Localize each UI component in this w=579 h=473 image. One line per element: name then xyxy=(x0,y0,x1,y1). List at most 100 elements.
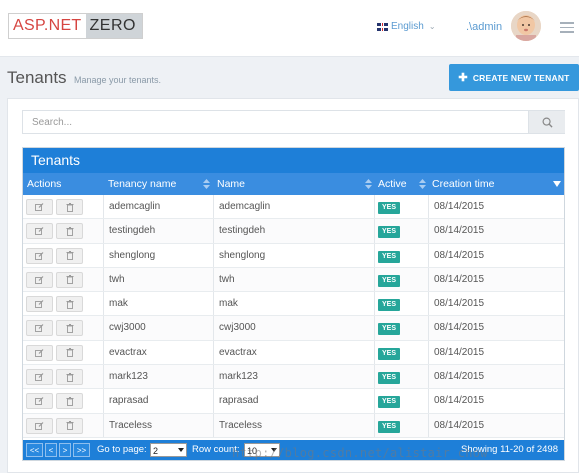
name-cell: twh xyxy=(219,273,235,285)
sort-icon[interactable] xyxy=(365,179,372,189)
trash-icon xyxy=(66,275,73,285)
trash-icon xyxy=(66,421,73,431)
creation-time-cell: 08/14/2015 xyxy=(434,371,485,383)
menu-toggle-icon[interactable] xyxy=(560,22,574,33)
column-header-creation-time[interactable]: Creation time xyxy=(428,173,548,195)
app-logo[interactable]: ASP.NET ZERO xyxy=(8,13,143,39)
edit-button[interactable] xyxy=(26,223,53,240)
user-menu[interactable]: .\admin xyxy=(466,21,502,33)
language-label: English xyxy=(391,21,424,32)
table-row: shenglong shenglong YES 08/14/2015 xyxy=(23,243,564,268)
active-badge: YES xyxy=(378,396,401,409)
pager-status: Showing 11-20 of 2498 xyxy=(460,444,558,455)
delete-button[interactable] xyxy=(56,296,83,313)
edit-icon xyxy=(35,227,44,236)
edit-button[interactable] xyxy=(26,393,53,410)
sort-desc-icon[interactable] xyxy=(553,181,561,187)
pager: << < > >> Go to page: 2 Row count: 10 Sh… xyxy=(23,440,564,460)
tenancy-name-cell: cwj3000 xyxy=(109,322,146,334)
active-badge: YES xyxy=(378,274,401,287)
tenancy-name-cell: Traceless xyxy=(109,419,152,431)
tenancy-name-cell: twh xyxy=(109,273,125,285)
creation-time-cell: 08/14/2015 xyxy=(434,201,485,212)
page-select-value: 2 xyxy=(153,446,159,456)
name-cell: testingdeh xyxy=(219,225,266,237)
name-cell: shenglong xyxy=(219,249,266,261)
tenancy-name-cell: shenglong xyxy=(109,249,156,261)
trash-icon xyxy=(66,396,73,406)
tenancy-name-cell: evactrax xyxy=(109,346,147,358)
delete-button[interactable] xyxy=(56,247,83,264)
edit-button[interactable] xyxy=(26,271,53,288)
active-badge: YES xyxy=(378,202,401,214)
logo-text-aspnet: ASP.NET xyxy=(9,14,86,38)
page-title: Tenants xyxy=(7,68,67,87)
tenancy-name-cell: testingdeh xyxy=(109,225,156,237)
active-badge: YES xyxy=(378,323,401,336)
tenancy-name-cell: ademcaglin xyxy=(109,201,161,212)
edit-icon xyxy=(35,251,44,260)
edit-icon xyxy=(35,324,44,333)
column-header-name[interactable]: Name xyxy=(213,173,373,195)
creation-time-cell: 08/14/2015 xyxy=(434,419,485,431)
uk-flag-icon xyxy=(377,22,388,31)
search-input[interactable] xyxy=(23,111,528,133)
edit-icon xyxy=(35,348,44,357)
creation-time-cell: 08/14/2015 xyxy=(434,346,485,358)
creation-time-cell: 08/14/2015 xyxy=(434,395,485,407)
edit-button[interactable] xyxy=(26,247,53,264)
creation-time-cell: 08/14/2015 xyxy=(434,273,485,285)
next-page-button[interactable]: > xyxy=(59,443,71,457)
tenants-grid: Tenants Actions Tenancy name Name Active… xyxy=(22,147,565,461)
search-button[interactable] xyxy=(528,111,565,133)
delete-button[interactable] xyxy=(56,223,83,240)
column-header-active[interactable]: Active xyxy=(374,173,424,195)
edit-icon xyxy=(35,421,44,430)
creation-time-cell: 08/14/2015 xyxy=(434,225,485,237)
edit-button[interactable] xyxy=(26,417,53,434)
trash-icon xyxy=(66,226,73,236)
name-cell: mak xyxy=(219,298,238,310)
delete-button[interactable] xyxy=(56,369,83,386)
edit-button[interactable] xyxy=(26,320,53,337)
row-count-label: Row count: xyxy=(192,444,240,455)
row-count-select[interactable]: 10 xyxy=(244,443,280,457)
prev-page-button[interactable]: < xyxy=(45,443,57,457)
tenancy-name-cell: raprasad xyxy=(109,395,149,407)
delete-button[interactable] xyxy=(56,320,83,337)
active-badge: YES xyxy=(378,420,401,433)
goto-page-label: Go to page: xyxy=(97,444,147,455)
plus-icon: ✚ xyxy=(458,72,468,84)
delete-button[interactable] xyxy=(56,344,83,361)
edit-button[interactable] xyxy=(26,369,53,386)
delete-button[interactable] xyxy=(56,271,83,288)
name-cell: Traceless xyxy=(219,419,262,431)
column-header-tenancy-name[interactable]: Tenancy name xyxy=(104,173,214,195)
table-row: Traceless Traceless YES 08/14/2015 xyxy=(23,413,564,438)
create-tenant-button[interactable]: ✚ CREATE NEW TENANT xyxy=(449,64,579,91)
edit-button[interactable] xyxy=(26,199,53,215)
table-row: twh twh YES 08/14/2015 xyxy=(23,267,564,293)
avatar[interactable] xyxy=(511,11,541,41)
name-cell: evactrax xyxy=(219,346,257,358)
delete-button[interactable] xyxy=(56,199,83,215)
active-badge: YES xyxy=(378,347,401,360)
creation-time-cell: 08/14/2015 xyxy=(434,322,485,334)
delete-button[interactable] xyxy=(56,417,83,434)
trash-icon xyxy=(66,251,73,261)
chevron-down-icon: ⌄ xyxy=(428,22,436,31)
sort-icon[interactable] xyxy=(203,179,210,189)
trash-icon xyxy=(66,299,73,309)
edit-icon xyxy=(35,300,44,309)
delete-button[interactable] xyxy=(56,393,83,410)
grid-title: Tenants xyxy=(23,148,564,173)
edit-button[interactable] xyxy=(26,296,53,313)
first-page-button[interactable]: << xyxy=(26,443,43,457)
last-page-button[interactable]: >> xyxy=(73,443,90,457)
edit-button[interactable] xyxy=(26,344,53,361)
name-cell: mark123 xyxy=(219,371,258,383)
sort-icon[interactable] xyxy=(419,179,426,189)
page-select[interactable]: 2 xyxy=(150,443,187,457)
language-selector[interactable]: English ⌄ xyxy=(377,21,436,32)
active-badge: YES xyxy=(378,372,401,385)
